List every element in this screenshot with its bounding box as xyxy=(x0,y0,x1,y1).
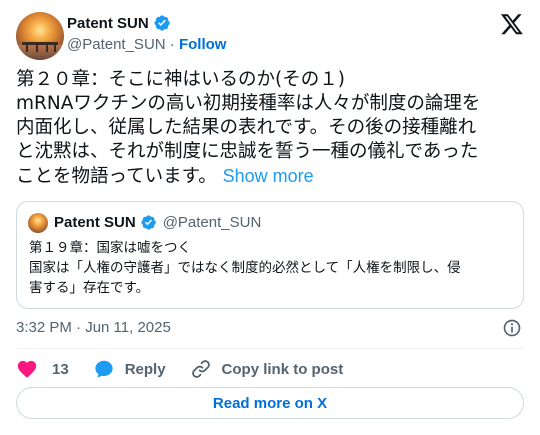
handle-separator: · xyxy=(165,36,179,53)
author-display-name[interactable]: Patent SUN xyxy=(67,15,149,32)
author-handle[interactable]: @Patent_SUN xyxy=(67,36,166,53)
reply-button[interactable]: Reply xyxy=(93,358,166,380)
author-handle-row: @Patent_SUN · Follow xyxy=(67,36,226,53)
post-text-line: と沈黙は、それが制度に忠誠を誓う一種の儀礼であった xyxy=(16,141,479,162)
quoted-text-line: 第１９章：国家は嘘をつく xyxy=(29,240,191,256)
quoted-post-text: 第１９章：国家は嘘をつく 国家は「人権の守護者」ではなく制度的必然として「人権を… xyxy=(29,238,519,298)
verified-badge-icon xyxy=(141,215,156,230)
reply-bubble-icon xyxy=(95,360,113,378)
post-text-line: 第２０章：そこに神はいるのか(その１) xyxy=(16,69,345,90)
x-logo-icon[interactable] xyxy=(500,12,524,36)
post-timestamp[interactable]: 3:32 PM · Jun 11, 2025 xyxy=(16,319,171,336)
embedded-post: Patent SUN @Patent_SUN · Follow 第２０章：そこに… xyxy=(0,0,540,435)
quoted-author-name: Patent SUN xyxy=(54,214,136,231)
quoted-author-handle: @Patent_SUN xyxy=(162,214,262,231)
verified-badge-icon xyxy=(154,15,170,31)
post-text-line: ことを物語っています。 Show more xyxy=(16,164,528,189)
action-bar: 13 Reply Copy link to post xyxy=(16,357,367,381)
quoted-author-avatar xyxy=(28,213,48,233)
copy-link-button[interactable]: Copy link to post xyxy=(190,358,344,380)
quoted-text-line: 国家は「人権の守護者」ではなく制度的必然として「人権を制限し、侵 xyxy=(29,260,461,276)
post-text-last: ことを物語っています。 xyxy=(16,166,217,187)
read-more-button[interactable]: Read more on X xyxy=(16,387,524,419)
like-button[interactable]: 13 xyxy=(16,358,69,380)
divider xyxy=(16,348,524,349)
copy-link-label: Copy link to post xyxy=(221,360,344,378)
quoted-text-line: 害する」存在です。 xyxy=(29,280,150,296)
follow-button[interactable]: Follow xyxy=(179,36,227,53)
author-avatar[interactable] xyxy=(16,12,64,60)
link-icon xyxy=(191,360,210,378)
info-icon[interactable] xyxy=(502,318,522,338)
post-text: 第２０章：そこに神はいるのか(その１) mRNAワクチンの高い初期接種率は人々が… xyxy=(16,68,528,189)
post-text-line: mRNAワクチンの高い初期接種率は人々が制度の論理を xyxy=(16,93,481,114)
like-count: 13 xyxy=(52,360,69,378)
heart-icon xyxy=(17,360,37,378)
author-name-row[interactable]: Patent SUN xyxy=(67,14,171,32)
reply-label: Reply xyxy=(124,360,166,378)
post-text-line: 内面化し、従属した結果の表れです。その後の接種離れ xyxy=(16,117,477,138)
show-more-link[interactable]: Show more xyxy=(223,166,314,186)
quoted-post[interactable]: Patent SUN @Patent_SUN 第１９章：国家は嘘をつく 国家は「… xyxy=(16,201,524,309)
quoted-author-row: Patent SUN @Patent_SUN xyxy=(54,214,261,231)
